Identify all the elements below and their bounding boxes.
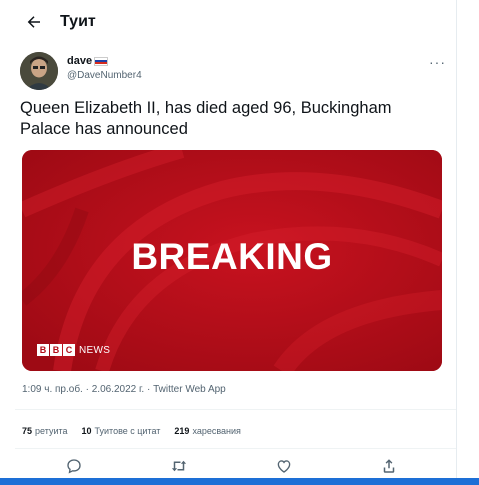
logo-label: NEWS bbox=[79, 344, 111, 356]
back-button[interactable] bbox=[14, 4, 54, 40]
bbc-news-logo: B B C NEWS bbox=[37, 344, 110, 356]
engagement-stats: 75 ретуита 10 Туитове с цитат 219 харесвани… bbox=[22, 426, 255, 436]
action-bar bbox=[0, 455, 456, 477]
like-icon bbox=[277, 460, 291, 473]
share-icon bbox=[383, 459, 395, 473]
like-button[interactable] bbox=[275, 457, 293, 475]
divider bbox=[15, 409, 456, 410]
russia-flag-icon bbox=[94, 56, 109, 66]
tweet-text: Queen Elizabeth II, has died aged 96, Bu… bbox=[20, 99, 392, 138]
tweet-date[interactable]: 2.06.2022 г. bbox=[92, 384, 144, 395]
taskbar-edge bbox=[0, 478, 479, 485]
logo-letter: C bbox=[63, 344, 75, 356]
tweet-time[interactable]: 1:09 ч. пр.об. bbox=[22, 384, 83, 395]
display-name[interactable]: dave bbox=[67, 55, 142, 67]
tweet-page: Туит dave @DaveNumber4 ··· Queen Elizabe… bbox=[0, 0, 479, 485]
column-divider bbox=[456, 0, 457, 485]
tweet-metadata: 1:09 ч. пр.об. · 2.06.2022 г. · Twitter … bbox=[22, 384, 226, 395]
arrow-left-icon bbox=[27, 16, 40, 28]
breaking-headline: BREAKING bbox=[131, 236, 333, 277]
share-button[interactable] bbox=[380, 457, 398, 475]
more-options-button[interactable]: ··· bbox=[429, 54, 446, 70]
header: Туит bbox=[0, 0, 456, 44]
retweet-icon bbox=[171, 460, 187, 472]
retweet-count[interactable]: 75 ретуита bbox=[22, 426, 68, 436]
page-title: Туит bbox=[60, 13, 96, 30]
quote-count[interactable]: 10 Туитове с цитат bbox=[82, 426, 161, 436]
tweet-source[interactable]: Twitter Web App bbox=[153, 384, 226, 395]
avatar[interactable] bbox=[20, 52, 58, 90]
display-name-text: dave bbox=[67, 55, 93, 67]
reply-button[interactable] bbox=[65, 457, 83, 475]
divider bbox=[15, 448, 456, 449]
logo-letter: B bbox=[50, 344, 62, 356]
reply-icon bbox=[67, 459, 81, 474]
logo-letter: B bbox=[37, 344, 49, 356]
like-count[interactable]: 219 харесвания bbox=[174, 426, 241, 436]
retweet-button[interactable] bbox=[170, 457, 188, 475]
tweet-author: dave @DaveNumber4 ··· bbox=[20, 52, 450, 92]
username[interactable]: @DaveNumber4 bbox=[67, 70, 142, 81]
tweet-image[interactable]: BREAKING B B C NEWS bbox=[22, 150, 442, 371]
